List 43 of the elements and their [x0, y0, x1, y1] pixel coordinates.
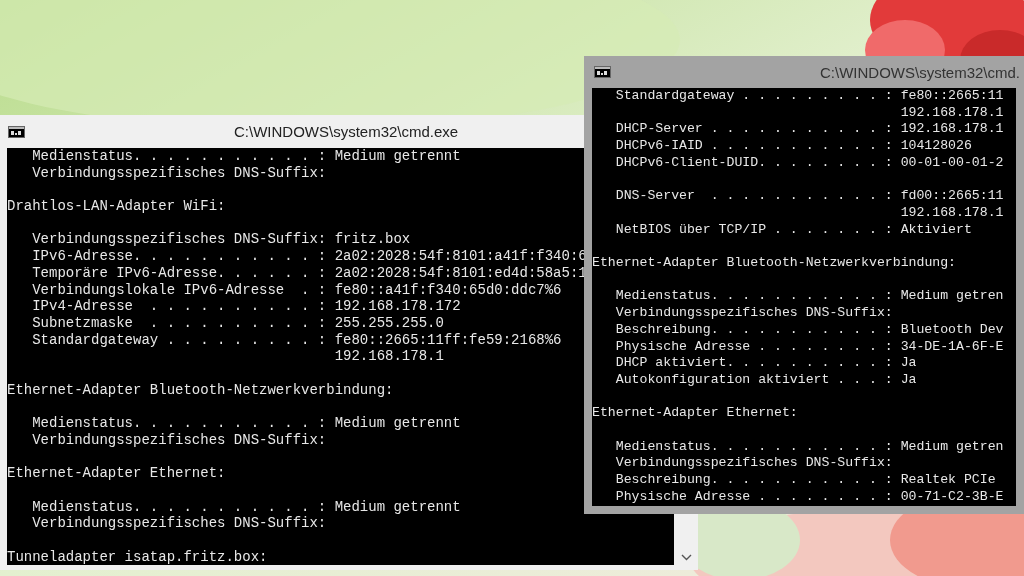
- console-line: DHCPv6-IAID . . . . . . . . . . . : 104128026: [615, 138, 972, 155]
- console-line: DHCP aktiviert. . . . . . . . . . : Ja: [615, 355, 917, 372]
- console-line: Verbindungsspezifisches DNS-Suffix: fritz.box: [32, 230, 411, 249]
- section-heading: Ethernet-Adapter Ethernet:: [592, 404, 798, 422]
- window-title: C:\WINDOWS\system32\cmd.exe: [234, 123, 459, 140]
- console-line: 192.168.178.1: [900, 104, 1004, 122]
- console-line: Verbindungsspezifisches DNS-Suffix:: [32, 431, 327, 449]
- console-line: Temporäre IPv6-Adresse. . . . . . : 2a02:2028:54f:8101:ed4d:58a5:1: [32, 264, 587, 282]
- scroll-down-button[interactable]: [680, 554, 692, 561]
- console-line: IPv4-Adresse . . . . . . . . . . : 192.168.178.172: [32, 298, 461, 315]
- console-line: DHCPv6-Client-DUID. . . . . . . . : 00-01-00-01-2: [615, 154, 1004, 172]
- console-line: 192.168.178.1: [900, 204, 1004, 222]
- console-line: Medienstatus. . . . . . . . . . . : Medium getrennt: [32, 414, 461, 432]
- window-title: C:\WINDOWS\system32\cmd.: [820, 64, 1021, 81]
- console-line: Medienstatus. . . . . . . . . . . : Medium getren: [615, 287, 1004, 306]
- console-line: Verbindungsspezifisches DNS-Suffix:: [32, 164, 327, 182]
- console-line: DNS-Server . . . . . . . . . . . : fd00::2665:11: [615, 187, 1004, 205]
- section-heading: Ethernet-Adapter Bluetooth-Netzwerkverbindung:: [7, 380, 394, 399]
- console-line: Medienstatus. . . . . . . . . . . : Medium getrennt: [32, 497, 461, 516]
- console-line: 192.168.178.1: [334, 348, 444, 366]
- console-line: IPv6-Adresse. . . . . . . . . . . : 2a02:2028:54f:8101:a41f:f340:6: [32, 248, 587, 265]
- console-line: NetBIOS über TCP/IP . . . . . . . : Aktiviert: [615, 221, 972, 239]
- console-line: Medienstatus. . . . . . . . . . . : Medium getrennt: [32, 148, 461, 165]
- console-line: DHCP-Server . . . . . . . . . . . : 192.168.178.1: [615, 121, 1004, 139]
- console-line: Standardgateway . . . . . . . . . : fe80::2665:11ff:fe59:2168%6: [32, 331, 562, 349]
- console-line: Verbindungsspezifisches DNS-Suffix:: [615, 455, 893, 473]
- console-line: Verbindungslokale IPv6-Adresse . : fe80::a41f:f340:65d0:ddc7%6: [32, 281, 562, 299]
- console-line: Beschreibung. . . . . . . . . . . : Realtek PCIe: [615, 472, 996, 489]
- section-heading: Ethernet-Adapter Ethernet:: [7, 464, 226, 482]
- console-line: Verbindungsspezifisches DNS-Suffix:: [615, 305, 893, 322]
- console-line: Physische Adresse . . . . . . . . : 00-71-C2-3B-E: [615, 488, 1004, 506]
- console-line: Physische Adresse . . . . . . . . : 34-DE-1A-6F-E: [615, 338, 1004, 356]
- console-line: Verbindungsspezifisches DNS-Suffix:: [32, 515, 327, 533]
- console-line: Autokonfiguration aktiviert . . . : Ja: [615, 371, 917, 389]
- console-line: Medienstatus. . . . . . . . . . . : Medium getren: [615, 437, 1004, 456]
- terminal-icon: [594, 66, 611, 78]
- console-line: Subnetzmaske . . . . . . . . . . : 255.255.255.0: [32, 315, 444, 332]
- console-line: Standardgateway . . . . . . . . . : fe80::2665:11: [615, 88, 1004, 105]
- terminal-icon: [8, 125, 25, 138]
- section-heading: Ethernet-Adapter Bluetooth-Netzwerkverbindung:: [592, 254, 957, 272]
- console-line: Beschreibung. . . . . . . . . . . : Bluetooth Dev: [615, 321, 1004, 339]
- section-heading: Tunneladapter isatap.fritz.box:: [7, 547, 268, 565]
- section-heading: Drahtlos-LAN-Adapter WiFi:: [7, 197, 226, 215]
